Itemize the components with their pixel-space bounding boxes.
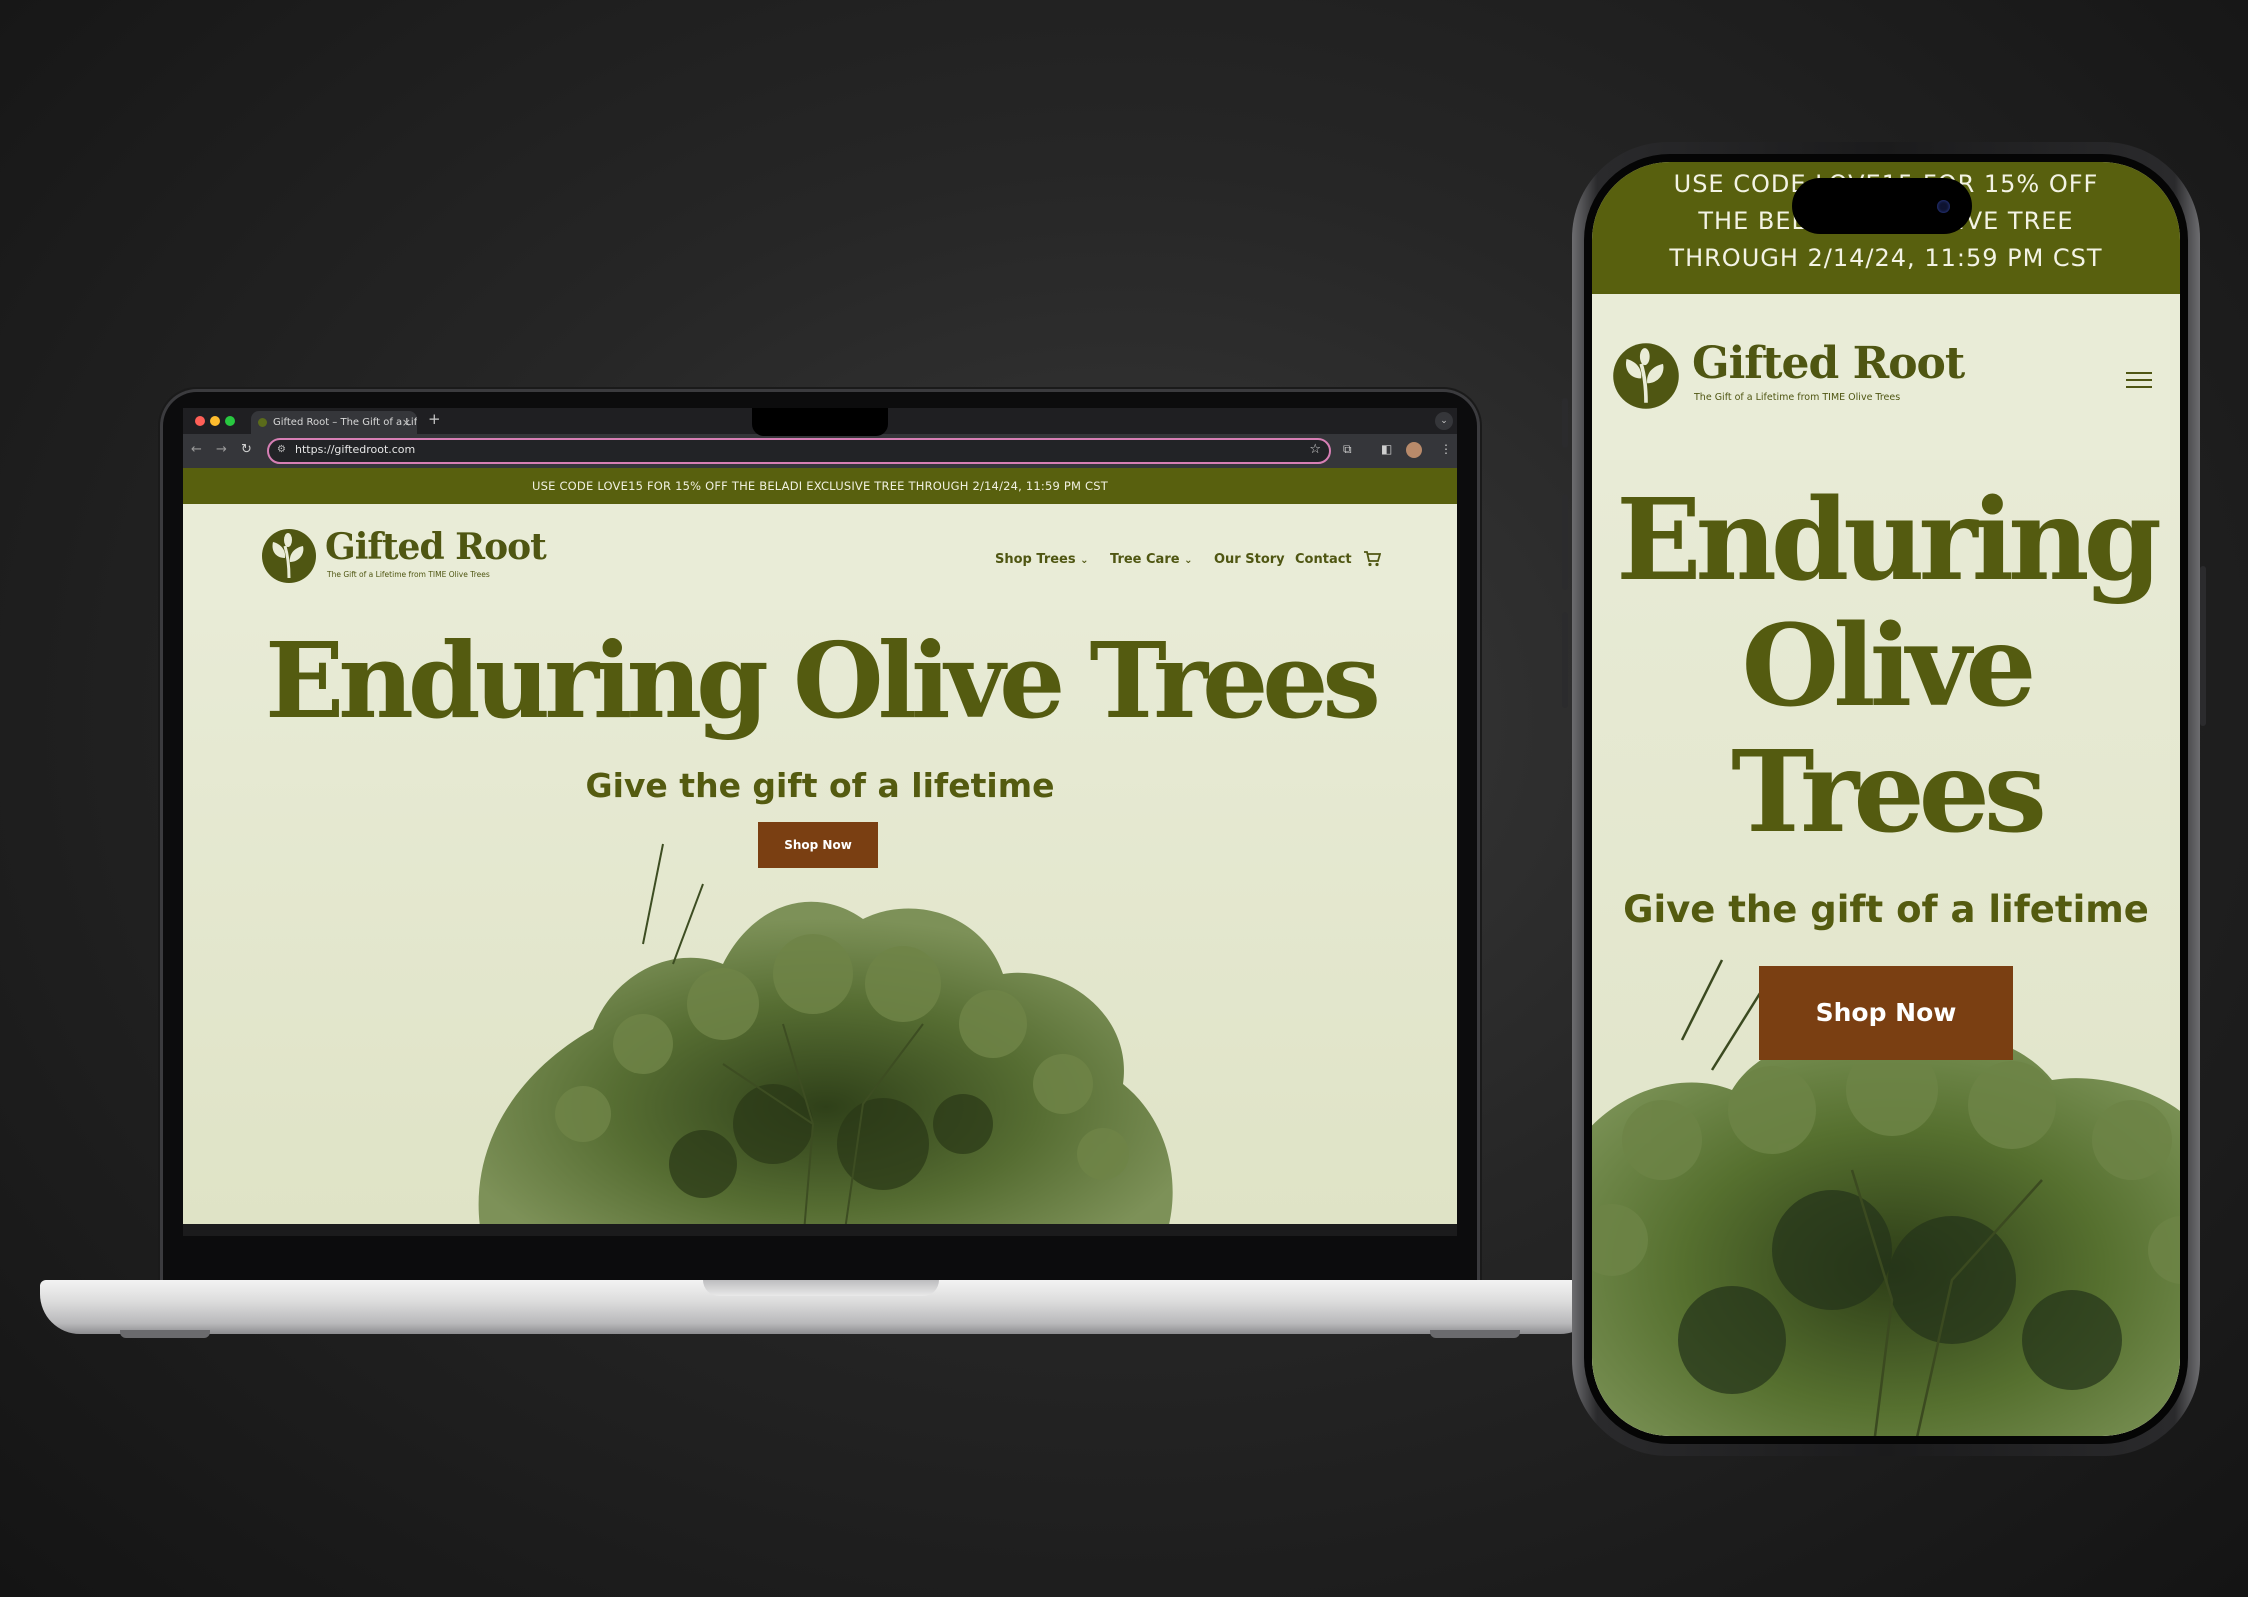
mobile-hero-subtitle: Give the gift of a lifetime xyxy=(1623,888,2149,931)
laptop-foot xyxy=(120,1330,210,1338)
hero-title-line: Olive xyxy=(1741,601,2037,732)
phone-volume-up-button xyxy=(1562,494,1568,590)
hero-title-line: Enduring xyxy=(1616,475,2162,606)
brand-name: Gifted Root xyxy=(325,526,547,568)
profile-avatar[interactable] xyxy=(1406,442,1422,458)
chevron-down-icon: ⌄ xyxy=(1184,555,1193,566)
close-window-dot[interactable] xyxy=(195,416,205,426)
maximize-window-dot[interactable] xyxy=(225,416,235,426)
new-tab-button[interactable]: + xyxy=(428,410,441,428)
hamburger-menu-icon[interactable] xyxy=(2126,370,2152,390)
address-bar[interactable]: ⚙ https://giftedroot.com ☆ xyxy=(267,438,1331,464)
brand-tagline: The Gift of a Lifetime from TIME Olive T… xyxy=(1694,392,1901,403)
front-camera-icon xyxy=(1937,200,1950,213)
forward-icon[interactable]: → xyxy=(216,442,227,457)
laptop-screen: Gifted Root – The Gift of a Lif × + ⌄ ← … xyxy=(183,408,1457,1224)
nav-shop-trees[interactable]: Shop Trees ⌄ xyxy=(995,552,1089,567)
hero-subtitle: Give the gift of a lifetime xyxy=(585,766,1055,805)
hero-section: Enduring Olive Trees Give the gift of a … xyxy=(183,610,1457,1224)
mobile-hero-title: Enduring Olive Trees xyxy=(1592,478,2180,856)
laptop-hinge-notch xyxy=(703,1280,939,1296)
site-header: Gifted Root The Gift of a Lifetime from … xyxy=(183,504,1457,610)
nav-tree-care[interactable]: Tree Care ⌄ xyxy=(1110,552,1192,567)
mobile-hero-section: Enduring Olive Trees Give the gift of a … xyxy=(1592,460,2180,1436)
star-icon[interactable]: ☆ xyxy=(1309,442,1321,457)
shop-now-button[interactable]: Shop Now xyxy=(758,822,878,868)
laptop-foot xyxy=(1430,1330,1520,1338)
back-icon[interactable]: ← xyxy=(191,442,202,457)
tab-close-icon[interactable]: × xyxy=(402,411,411,434)
mobile-promo-line: THROUGH 2/14/24, 11:59 PM CST xyxy=(1669,244,2103,272)
brand-name: Gifted Root xyxy=(1692,338,1965,389)
chevron-down-icon: ⌄ xyxy=(1080,555,1089,566)
url-text: https://giftedroot.com xyxy=(295,443,416,456)
mobile-shop-now-button[interactable]: Shop Now xyxy=(1759,966,2013,1060)
brand-tagline: The Gift of a Lifetime from TIME Olive T… xyxy=(327,570,490,579)
extensions-icon[interactable]: ⧉ xyxy=(1343,442,1352,457)
laptop-camera-notch xyxy=(752,408,888,436)
laptop-screen-bottom-bezel xyxy=(183,1224,1457,1236)
phone-action-button xyxy=(1562,398,1568,448)
browser-toolbar: ← → ↻ ⚙ https://giftedroot.com ☆ ⧉ ◧ ⋮ xyxy=(183,434,1457,468)
logo-leaf-icon xyxy=(1613,343,1679,409)
phone-volume-down-button xyxy=(1562,612,1568,708)
dynamic-island xyxy=(1792,178,1972,234)
promo-banner: USE CODE LOVE15 FOR 15% OFF THE BELADI E… xyxy=(183,468,1457,504)
logo-leaf-icon xyxy=(262,529,316,583)
phone-screen: USE CODE LOVE15 FOR 15% OFF THE BELADI E… xyxy=(1592,162,2180,1436)
tab-search-icon[interactable]: ⌄ xyxy=(1435,412,1453,430)
phone-power-button xyxy=(2200,566,2206,726)
browser-menu-icon[interactable]: ⋮ xyxy=(1440,442,1452,456)
hero-title: Enduring Olive Trees xyxy=(265,619,1381,742)
mobile-site-header: Gifted Root The Gift of a Lifetime from … xyxy=(1592,294,2180,460)
reload-icon[interactable]: ↻ xyxy=(241,442,252,457)
hero-title-line: Trees xyxy=(1731,727,2047,858)
nav-our-story[interactable]: Our Story xyxy=(1214,552,1285,567)
olive-tree-image xyxy=(478,843,1173,1224)
minimize-window-dot[interactable] xyxy=(210,416,220,426)
browser-tab[interactable]: Gifted Root – The Gift of a Lif × xyxy=(251,411,417,434)
site-settings-icon[interactable]: ⚙ xyxy=(277,444,286,455)
tab-title: Gifted Root – The Gift of a Lif xyxy=(273,417,417,428)
favicon-icon xyxy=(258,418,267,427)
cart-icon[interactable] xyxy=(1363,550,1381,567)
sidepanel-icon[interactable]: ◧ xyxy=(1381,442,1392,456)
nav-contact[interactable]: Contact xyxy=(1295,552,1352,567)
